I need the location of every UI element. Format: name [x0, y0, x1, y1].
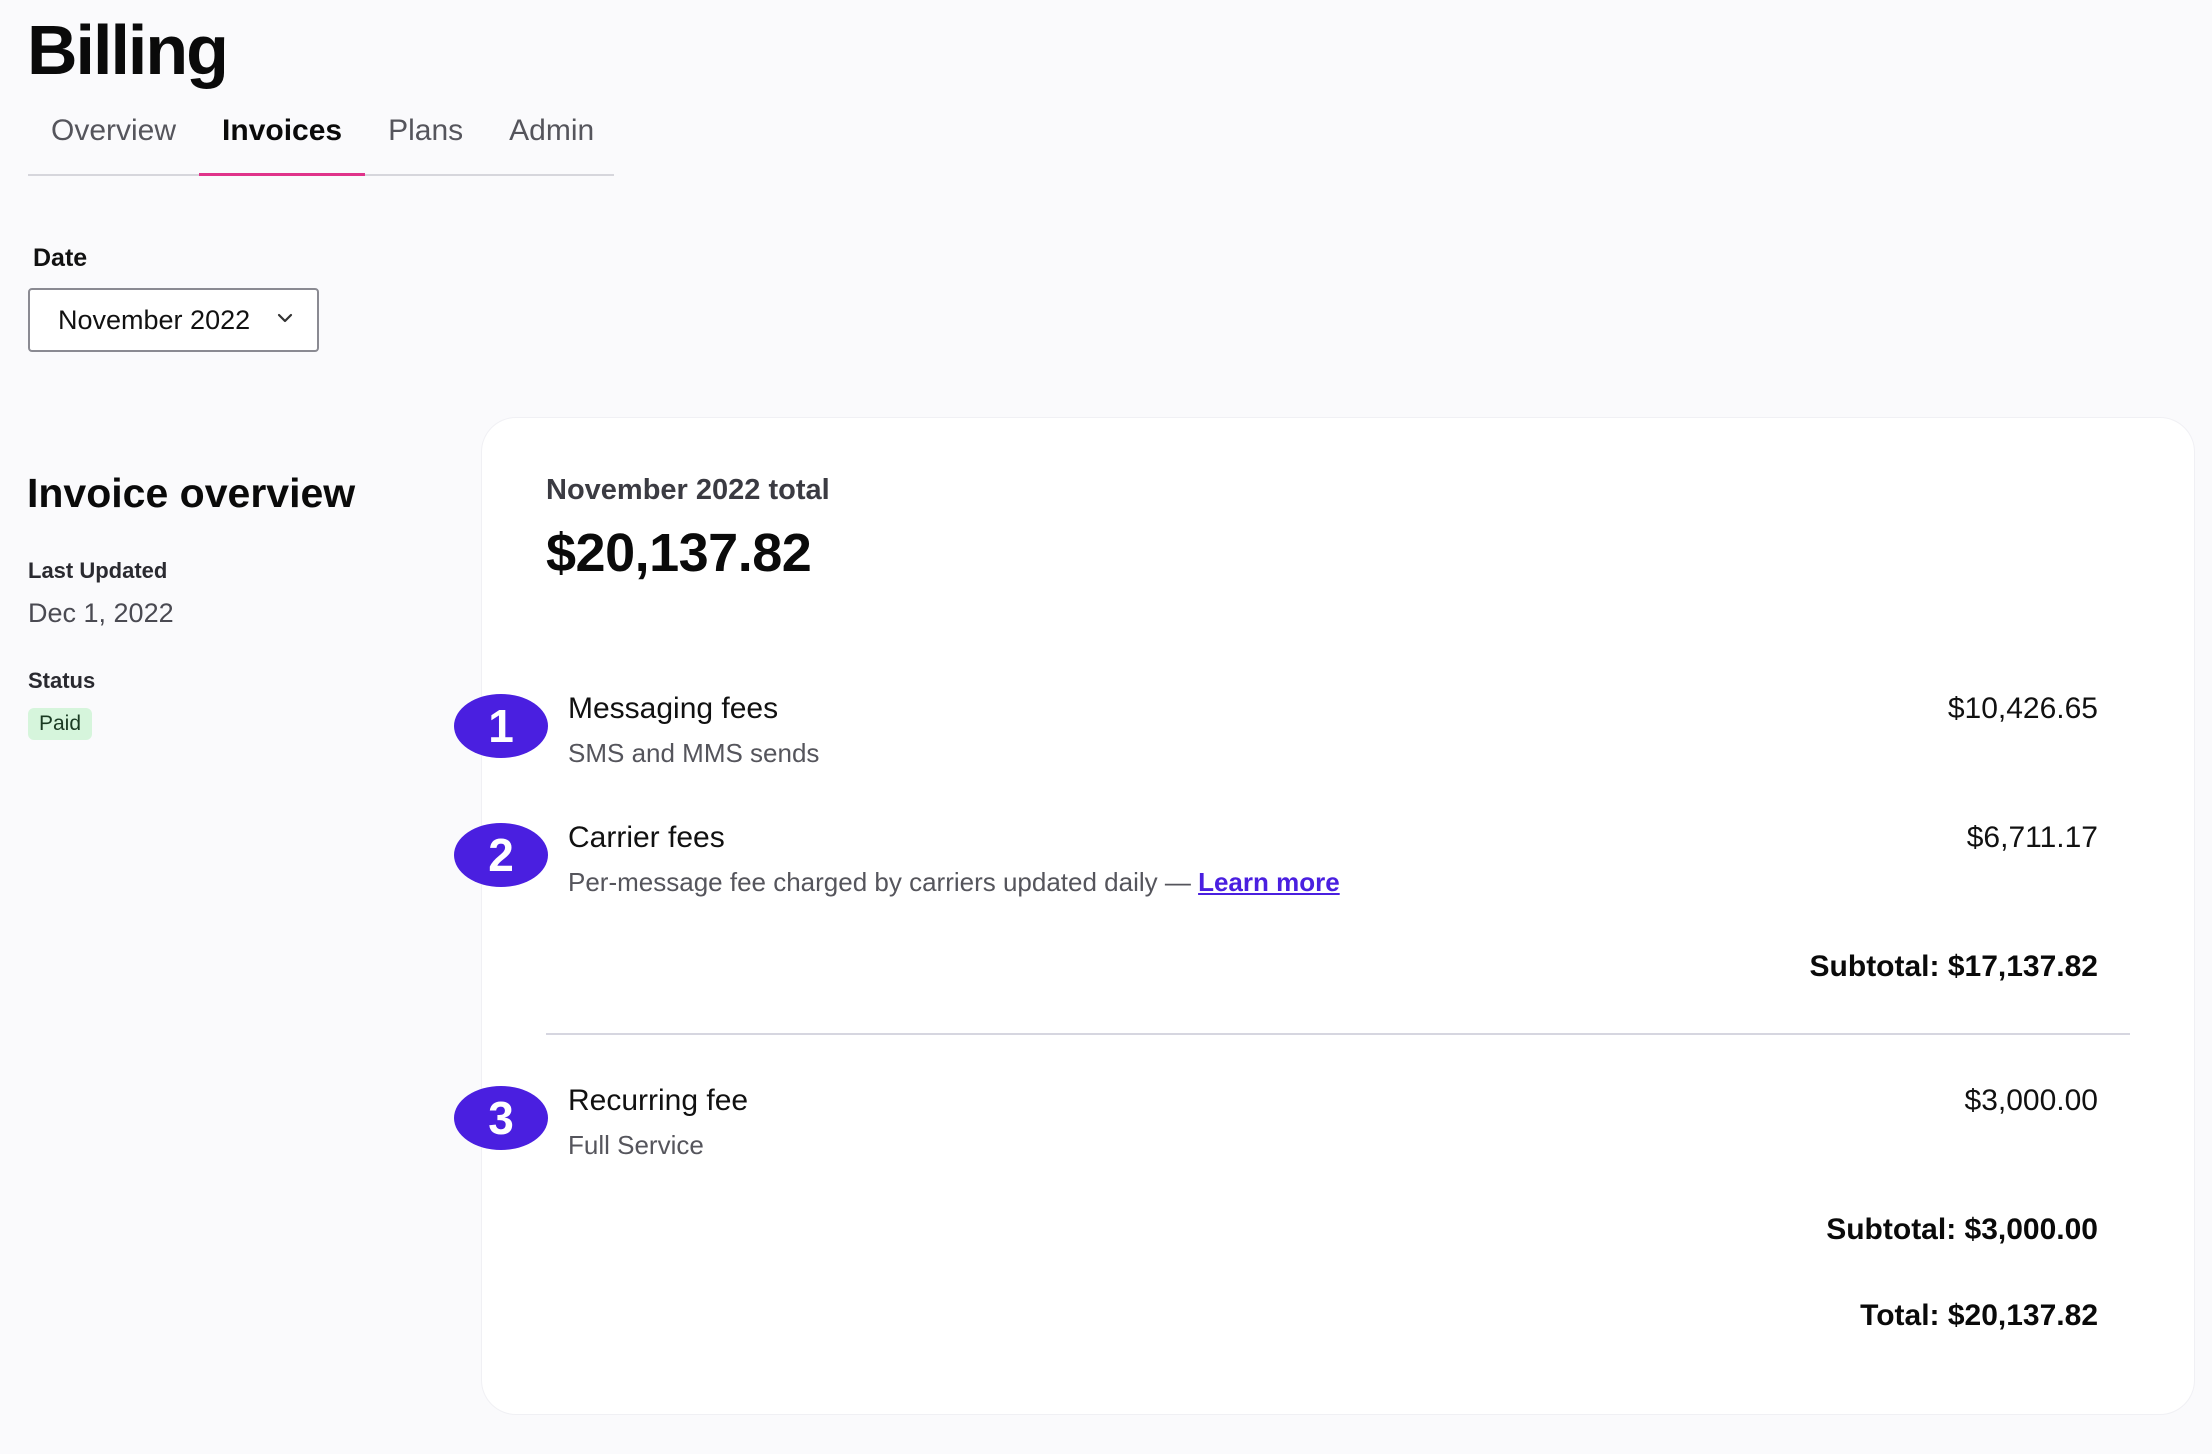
- date-filter-label: Date: [33, 244, 88, 272]
- learn-more-link[interactable]: Learn more: [1198, 867, 1340, 897]
- section-divider: [546, 1033, 2130, 1035]
- subtotal-recurring: Subtotal: $3,000.00: [1826, 1213, 2098, 1246]
- item-name: Recurring fee: [568, 1084, 749, 1117]
- item-number-badge: 3: [454, 1086, 548, 1150]
- item-name: Messaging fees: [568, 692, 779, 725]
- item-description: SMS and MMS sends: [568, 738, 820, 768]
- tab-plans[interactable]: Plans: [365, 108, 486, 174]
- date-select-value: November 2022: [58, 304, 251, 335]
- item-number-badge: 1: [454, 694, 548, 758]
- tab-invoices[interactable]: Invoices: [199, 108, 366, 176]
- item-amount: $10,426.65: [1947, 692, 2098, 725]
- last-updated-value: Dec 1, 2022: [28, 598, 174, 628]
- subtotal-usage: Subtotal: $17,137.82: [1809, 950, 2098, 983]
- item-name: Carrier fees: [568, 821, 725, 854]
- billing-tabs: Overview Invoices Plans Admin: [28, 108, 614, 176]
- invoice-overview-heading: Invoice overview: [27, 470, 356, 516]
- invoice-total-amount: $20,137.82: [546, 523, 812, 583]
- item-description-container: Per-message fee charged by carriers upda…: [568, 867, 1340, 898]
- tab-admin[interactable]: Admin: [486, 108, 617, 174]
- line-item-messaging-fees: 1 Messaging fees SMS and MMS sends $10,4…: [454, 692, 2194, 784]
- date-select[interactable]: November 2022: [28, 288, 319, 352]
- last-updated-label: Last Updated: [28, 558, 168, 583]
- status-label: Status: [28, 668, 96, 693]
- chevron-down-icon: [277, 313, 293, 323]
- invoice-card: November 2022 total $20,137.82 1 Messagi…: [454, 418, 2194, 1414]
- item-amount: $3,000.00: [1964, 1084, 2098, 1117]
- item-number-badge: 2: [454, 823, 548, 887]
- item-description: Full Service: [568, 1130, 704, 1160]
- line-item-recurring-fee: 3 Recurring fee Full Service $3,000.00: [454, 1084, 2194, 1176]
- item-amount: $6,711.17: [1966, 821, 2098, 854]
- status-badge: Paid: [28, 708, 93, 740]
- invoice-period-label: November 2022 total: [546, 474, 830, 506]
- item-description: Per-message fee charged by carriers upda…: [568, 867, 1199, 897]
- line-item-carrier-fees: 2 Carrier fees Per-message fee charged b…: [454, 821, 2194, 913]
- tab-overview[interactable]: Overview: [28, 108, 199, 174]
- page-title: Billing: [27, 11, 229, 89]
- invoice-grand-total: Total: $20,137.82: [1860, 1299, 2098, 1332]
